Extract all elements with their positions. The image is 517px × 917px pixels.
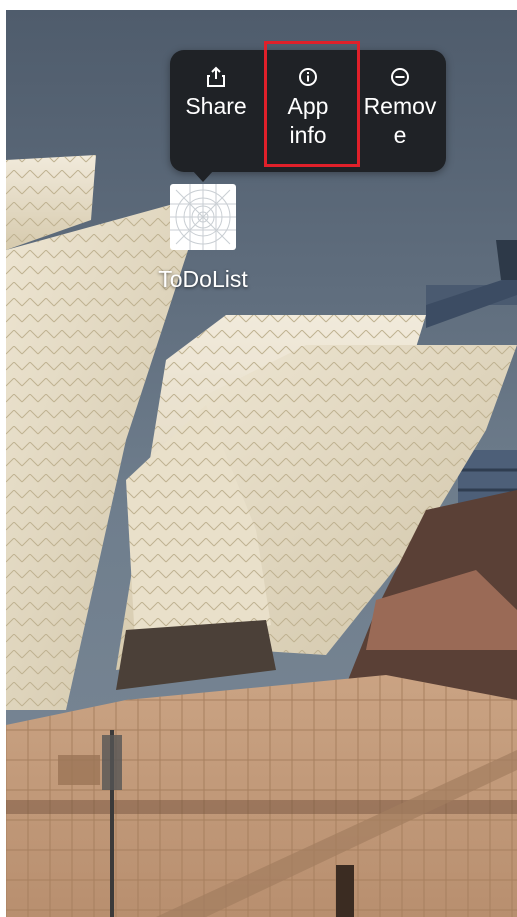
info-icon	[297, 66, 319, 88]
app-context-menu: Share App info Remov e	[170, 50, 446, 172]
remove-label: Remov e	[363, 93, 437, 148]
app-info-label: App info	[287, 93, 329, 148]
context-menu-pointer	[192, 170, 214, 182]
share-label: Share	[185, 93, 247, 119]
app-info-button[interactable]: App info	[262, 50, 354, 172]
share-button[interactable]: Share	[170, 50, 262, 172]
remove-button[interactable]: Remov e	[354, 50, 446, 172]
todolist-icon-graphic	[170, 184, 236, 250]
remove-icon	[389, 66, 411, 88]
home-screen: Share App info Remov e ToDoList	[0, 0, 517, 917]
todolist-app-label[interactable]: ToDoList	[130, 266, 276, 293]
todolist-app-icon[interactable]	[170, 184, 236, 250]
share-icon	[205, 66, 227, 88]
